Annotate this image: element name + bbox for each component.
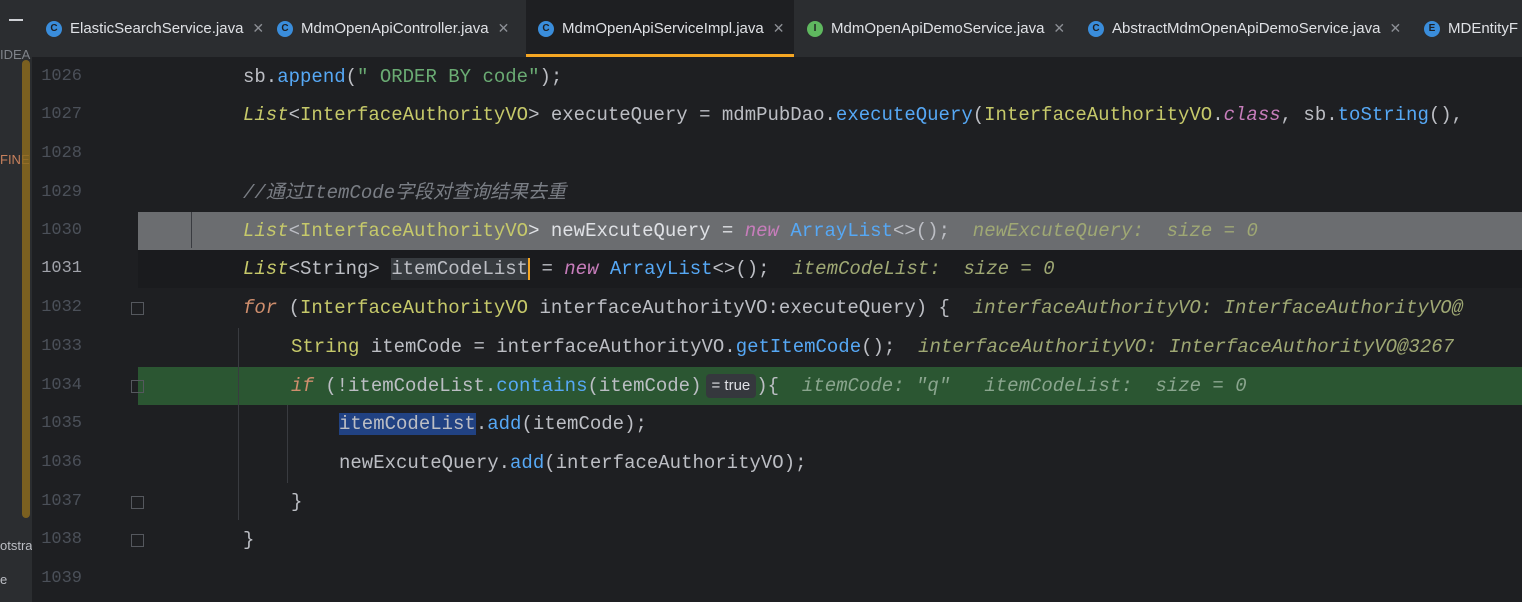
code-text: List<String> itemCodeList = new ArrayLis… <box>243 258 1055 280</box>
code-line: 1038 } <box>32 521 1522 559</box>
code-line-current: 1031 List<String> itemCodeList = new Arr… <box>32 250 1522 288</box>
close-icon[interactable]: ✕ <box>773 20 785 37</box>
scrollbar[interactable] <box>22 60 30 518</box>
tab-label: MdmOpenApiServiceImpl.java <box>562 20 764 37</box>
debug-inlay: itemCode: "q" <box>801 375 951 397</box>
code-text: newExcuteQuery.add(interfaceAuthorityVO)… <box>339 452 807 474</box>
code-line-highlighted: 1030 List<InterfaceAuthorityVO> newExcut… <box>32 212 1522 250</box>
left-strip-label: otstra <box>0 538 32 553</box>
debug-value-badge: = true <box>705 373 757 398</box>
code-comment: //通过ItemCode字段对查询结果去重 <box>243 182 567 204</box>
code-line: 1028 <box>32 135 1522 173</box>
line-number: 1027 <box>41 105 82 124</box>
close-icon[interactable]: ✕ <box>1389 20 1401 37</box>
class-icon: C <box>46 20 62 37</box>
line-number: 1030 <box>41 221 82 240</box>
tab-mdmopenapiserviceimpl[interactable]: C MdmOpenApiServiceImpl.java ✕ <box>526 0 795 57</box>
debug-inlay: interfaceAuthorityVO: InterfaceAuthority… <box>972 297 1464 319</box>
close-icon[interactable]: ✕ <box>498 20 510 37</box>
fold-icon[interactable] <box>131 302 144 315</box>
line-number: 1031 <box>41 259 82 278</box>
class-icon: C <box>277 20 293 37</box>
indent-guide <box>238 328 239 520</box>
line-number: 1039 <box>41 569 82 588</box>
code-line: 1037 } <box>32 483 1522 521</box>
class-icon: C <box>538 20 554 37</box>
tab-mdmopenapidemoservice[interactable]: I MdmOpenApiDemoService.java ✕ <box>807 0 1065 57</box>
left-strip-label: e <box>0 572 8 587</box>
code-editor[interactable]: 1026 sb.append(" ORDER BY code"); 1027 L… <box>32 57 1522 602</box>
line-number: 1034 <box>41 376 82 395</box>
selected-variable: itemCodeList <box>339 413 476 435</box>
code-text: List<InterfaceAuthorityVO> executeQuery … <box>243 104 1475 126</box>
fold-icon[interactable] <box>131 496 144 509</box>
line-number: 1036 <box>41 453 82 472</box>
tab-label: AbstractMdmOpenApiDemoService.java <box>1112 20 1381 37</box>
editor-tab-bar: C ElasticSearchService.java ✕ C MdmOpenA… <box>32 0 1522 58</box>
line-number: 1033 <box>41 337 82 356</box>
code-text: for (InterfaceAuthorityVO interfaceAutho… <box>243 297 1464 319</box>
line-number: 1026 <box>41 67 82 86</box>
close-icon[interactable]: ✕ <box>252 20 264 37</box>
code-text: List<InterfaceAuthorityVO> newExcuteQuer… <box>243 220 1258 242</box>
code-line: 1035 itemCodeList.add(itemCode); <box>32 405 1522 443</box>
tab-label: MDEntityF <box>1448 20 1519 37</box>
code-text: } <box>291 491 303 513</box>
debug-inlay: itemCodeList: size = 0 <box>984 375 1247 397</box>
tab-mdmopenapicontroller[interactable]: C MdmOpenApiController.java ✕ <box>277 0 509 57</box>
tab-label: MdmOpenApiDemoService.java <box>831 20 1045 37</box>
debug-inlay: interfaceAuthorityVO: InterfaceAuthority… <box>918 336 1455 358</box>
fold-icon[interactable] <box>131 534 144 547</box>
enum-icon: E <box>1424 20 1440 37</box>
fold-icon[interactable] <box>131 380 144 393</box>
tab-label: ElasticSearchService.java <box>70 20 244 37</box>
code-line-breakpoint: 1034 if (!itemCodeList.contains(itemCode… <box>32 367 1522 405</box>
code-text: } <box>243 529 255 551</box>
code-line: 1026 sb.append(" ORDER BY code"); <box>32 58 1522 96</box>
code-text: if (!itemCodeList.contains(itemCode) = tr… <box>291 373 1247 398</box>
abstract-class-icon: C <box>1088 20 1104 37</box>
line-number: 1037 <box>41 492 82 511</box>
debug-inlay: newExcuteQuery: size = 0 <box>972 220 1258 242</box>
interface-icon: I <box>807 20 823 37</box>
code-line: 1036 newExcuteQuery.add(interfaceAuthori… <box>32 444 1522 482</box>
tab-elasticsearchservice[interactable]: C ElasticSearchService.java ✕ <box>46 0 264 57</box>
code-text: sb.append(" ORDER BY code"); <box>243 66 563 88</box>
code-text: String itemCode = interfaceAuthorityVO.g… <box>291 336 1455 358</box>
code-line: 1039 <box>32 560 1522 598</box>
text-cursor: itemCodeList <box>391 258 531 280</box>
line-number: 1038 <box>41 530 82 549</box>
line-number: 1028 <box>41 144 82 163</box>
line-number: 1035 <box>41 414 82 433</box>
tab-mdentity[interactable]: E MDEntityF <box>1424 0 1518 57</box>
close-icon[interactable]: ✕ <box>1053 20 1065 37</box>
indent-guide <box>287 405 288 483</box>
debug-inlay: itemCodeList: size = 0 <box>792 258 1055 280</box>
code-line: 1029 //通过ItemCode字段对查询结果去重 <box>32 174 1522 212</box>
left-tool-strip: IDEA FINE otstra e <box>0 0 32 602</box>
code-line: 1032 for (InterfaceAuthorityVO interface… <box>32 289 1522 327</box>
indent-guide <box>191 212 192 248</box>
code-line: 1033 String itemCode = interfaceAuthorit… <box>32 328 1522 366</box>
code-text: itemCodeList.add(itemCode); <box>339 413 647 435</box>
code-line: 1027 List<InterfaceAuthorityVO> executeQ… <box>32 96 1522 134</box>
tab-label: MdmOpenApiController.java <box>301 20 489 37</box>
tab-abstractmdmopenapidemoservice[interactable]: C AbstractMdmOpenApiDemoService.java ✕ <box>1088 0 1401 57</box>
minimize-icon[interactable] <box>9 19 23 21</box>
line-number: 1032 <box>41 298 82 317</box>
line-number: 1029 <box>41 183 82 202</box>
